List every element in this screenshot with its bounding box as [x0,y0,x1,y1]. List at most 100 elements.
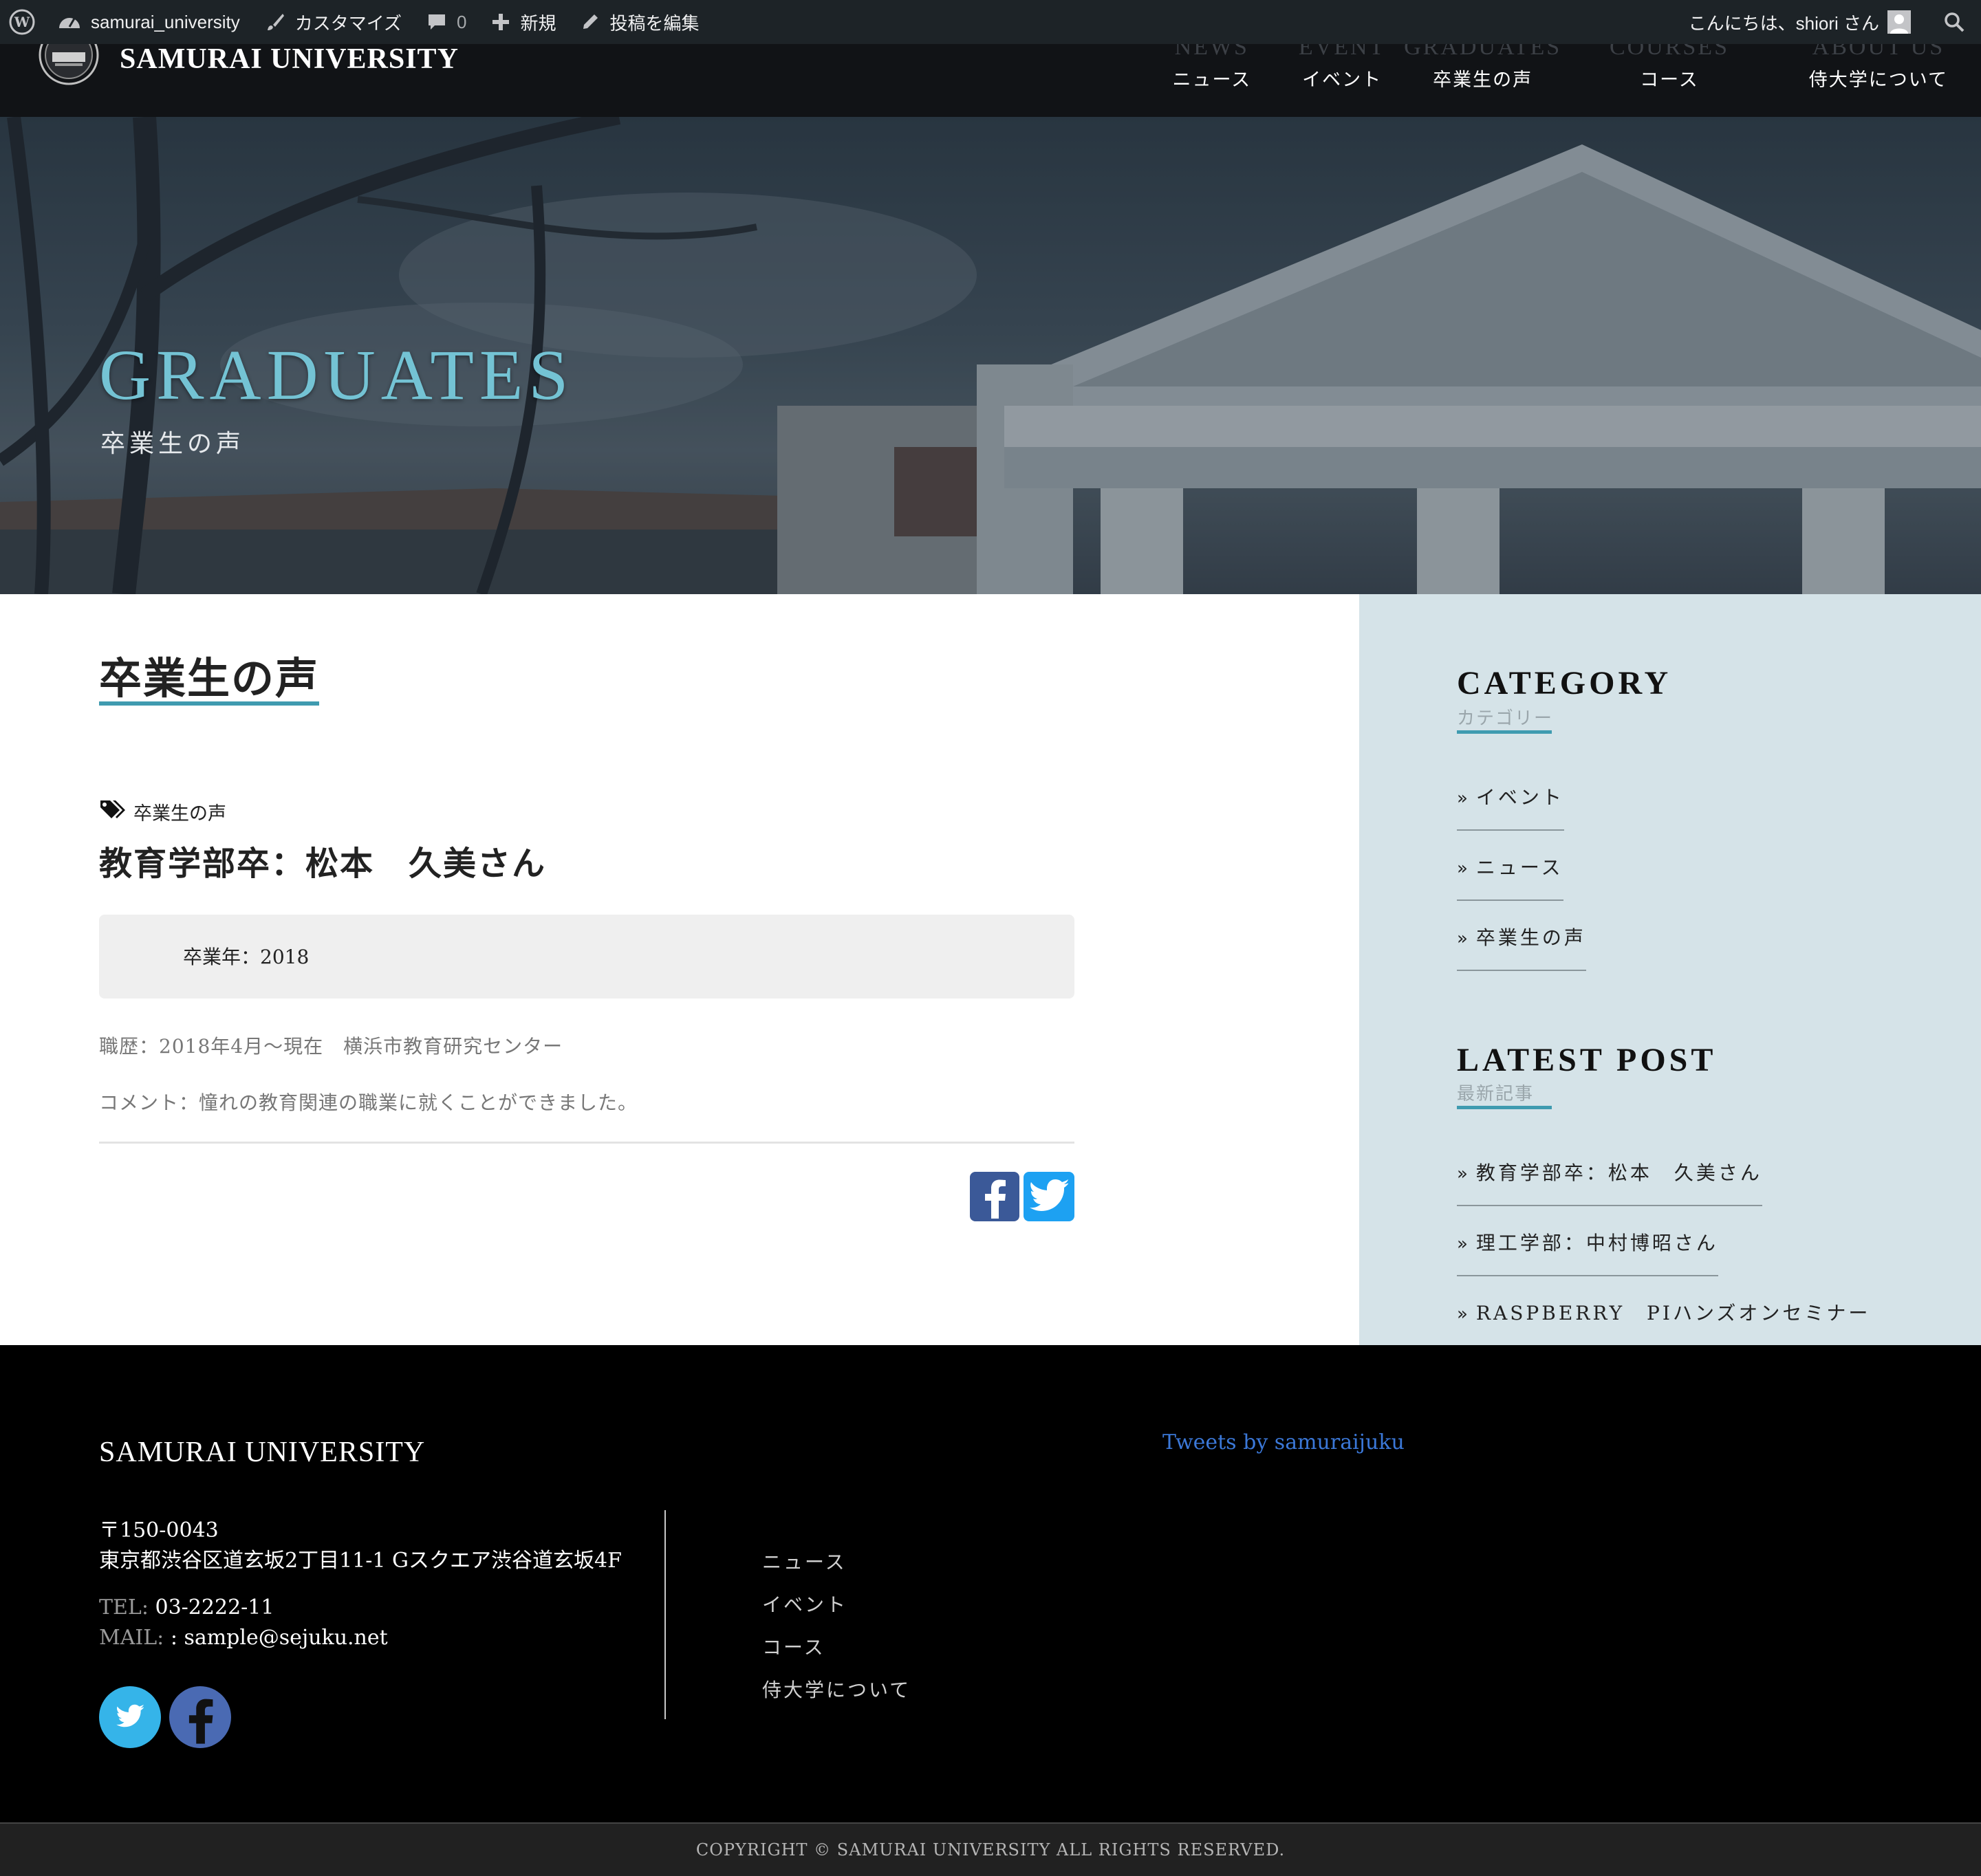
footer-address: 東京都渋谷区道玄坂2丁目11-1 Gスクエア渋谷道玄坂4F [99,1549,622,1573]
footer-nav-courses[interactable]: コース [762,1633,825,1660]
edit-post-menu[interactable]: 投稿を編集 [568,0,711,44]
chevron-right-icon: » [1457,1234,1471,1254]
site-name-label: samurai_university [91,11,240,32]
chevron-right-icon: » [1457,858,1471,879]
graduation-year-box: 卒業年：2018 [99,915,1074,999]
chevron-right-icon: » [1457,1164,1471,1184]
comment-icon [426,12,447,32]
footer-nav-news[interactable]: ニュース [762,1547,847,1575]
latest-post-label: RASPBERRY PIハンズオンセミナー [1475,1302,1871,1324]
copyright-text: COPYRIGHT © SAMURAI UNIVERSITY ALL RIGHT… [695,1840,1286,1859]
university-emblem-icon[interactable] [37,44,100,88]
footer-twitter-button[interactable] [99,1686,161,1748]
category-widget-subtitle: カテゴリー [1457,708,1554,729]
footer-site-title: SAMURAI UNIVERSITY [99,1437,426,1468]
site-name-menu[interactable]: samurai_university [45,0,252,44]
hero-banner: GRADUATES 卒業生の声 [0,117,1981,594]
greeting-label: こんにちは、shiori さん [1688,12,1879,34]
nav-item-courses[interactable]: COURSES コース [1610,34,1727,117]
chevron-right-icon: » [1457,1304,1471,1324]
post-career: 職歴：2018年4月〜現在 横浜市教育研究センター [99,1035,563,1058]
search-icon [1944,12,1964,32]
post-title[interactable]: 教育学部卒：松本 久美さん [99,836,546,884]
footer-divider [664,1510,666,1719]
facebook-icon [184,1693,216,1748]
footer-facebook-button[interactable] [169,1686,231,1748]
edit-post-label: 投稿を編集 [609,12,700,34]
customize-label: カスタマイズ [294,12,402,34]
tel-value: 03-2222-11 [155,1595,274,1619]
comments-count: 0 [456,11,467,32]
new-content-menu[interactable]: 新規 [479,0,568,44]
main-content: 卒業生の声 卒業生の声 教育学部卒：松本 久美さん 卒業年：2018 職歴：20… [0,594,1359,1345]
category-item-label: イベント [1475,786,1564,809]
chevron-right-icon: » [1457,788,1471,809]
brush-icon [265,12,285,32]
nav-item-about[interactable]: ABOUT US 侍大学について [1808,34,1948,117]
wordpress-logo-icon: W [8,8,36,36]
customize-menu[interactable]: カスタマイズ [252,0,414,44]
post-category[interactable]: 卒業生の声 [99,798,226,826]
post-comment: コメント：憧れの教育関連の職業に就くことができました。 [99,1091,638,1114]
comments-menu[interactable]: 0 [414,0,479,44]
latest-post-item[interactable]: » 理工学部：中村博昭さん [1457,1228,1718,1276]
site-footer: SAMURAI UNIVERSITY 〒150-0043 東京都渋谷区道玄坂2丁… [0,1345,1981,1822]
site-title[interactable]: SAMURAI UNIVERSITY [120,44,459,74]
latest-post-label: 理工学部：中村博昭さん [1475,1232,1718,1254]
tel-label: TEL: [99,1595,149,1619]
pencil-icon [581,12,600,32]
twitter-share-button[interactable] [1024,1172,1074,1221]
hero-title: GRADUATES [99,336,574,415]
new-label: 新規 [520,12,556,34]
footer-tel: TEL: 03-2222-11 [99,1595,274,1619]
page-title-underline [99,701,319,706]
twitter-icon [1030,1179,1069,1214]
footer-nav-about[interactable]: 侍大学について [762,1675,911,1703]
chevron-right-icon: » [1457,928,1471,949]
facebook-share-button[interactable] [970,1172,1019,1221]
footer-nav-event[interactable]: イベント [762,1590,847,1617]
nav-ja-label: コース [1640,69,1699,91]
nav-ja-label: イベント [1302,69,1383,91]
nav-item-event[interactable]: EVENT イベント [1299,34,1383,117]
copyright-bar: COPYRIGHT © SAMURAI UNIVERSITY ALL RIGHT… [0,1822,1981,1876]
tweets-link[interactable]: Tweets by samuraijuku [1162,1430,1405,1454]
footer-zip: 〒150-0043 [99,1518,219,1542]
graduation-year: 卒業年：2018 [183,946,310,968]
mail-label: MAIL: [99,1626,164,1650]
category-item-news[interactable]: » ニュース [1457,853,1563,901]
category-item-graduates[interactable]: » 卒業生の声 [1457,923,1586,971]
wordpress-menu[interactable]: W [0,0,45,44]
post-divider [99,1142,1074,1144]
main-nav: NEWS ニュース EVENT イベント GRADUATES 卒業生の声 COU… [1121,34,1948,117]
latest-post-widget-underline [1457,1106,1552,1109]
admin-search[interactable] [1923,0,1981,44]
user-avatar-icon [1887,10,1911,34]
category-item-label: ニュース [1475,856,1563,879]
tag-icon [99,798,133,826]
latest-post-item[interactable]: » 教育学部卒：松本 久美さん [1457,1158,1762,1206]
my-account-menu[interactable]: こんにちは、shiori さん [1676,0,1923,44]
latest-post-item[interactable]: » RASPBERRY PIハンズオンセミナー [1457,1298,1871,1346]
dashboard-icon [58,12,81,32]
latest-post-label: 教育学部卒：松本 久美さん [1475,1161,1762,1184]
latest-post-widget-title: LATEST POST [1457,1042,1717,1078]
mail-value: : sample@sejuku.net [170,1626,388,1650]
nav-item-graduates[interactable]: GRADUATES 卒業生の声 [1404,34,1559,117]
category-item-label: 卒業生の声 [1475,926,1586,949]
sidebar: CATEGORY カテゴリー » イベント » ニュース » 卒業生の声 LATEST… [1359,594,1981,1346]
site-header: SAMURAI UNIVERSITY NEWS ニュース EVENT イベント … [0,34,1981,117]
facebook-icon [981,1176,1008,1221]
category-item-event[interactable]: » イベント [1457,783,1564,831]
twitter-icon [116,1704,144,1730]
footer-mail: MAIL: : sample@sejuku.net [99,1626,388,1650]
nav-item-news[interactable]: NEWS ニュース [1172,34,1252,117]
hero-subtitle: 卒業生の声 [100,430,246,458]
latest-post-widget-subtitle: 最新記事 [1457,1084,1535,1104]
nav-ja-label: ニュース [1172,69,1252,91]
wp-admin-bar: W samurai_university カスタマイズ 0 新規 投稿を編集 こ… [0,0,1981,44]
nav-ja-label: 侍大学について [1808,69,1948,91]
svg-text:W: W [14,14,30,30]
category-widget-underline [1457,730,1552,734]
category-widget-title: CATEGORY [1457,665,1672,701]
